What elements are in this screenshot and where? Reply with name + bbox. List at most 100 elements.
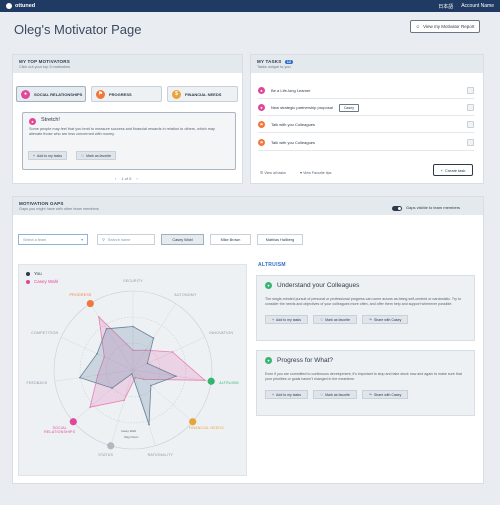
axis-label: INNOVATION — [209, 331, 234, 336]
stretch-tip: ● Stretch! Some people may feel that you… — [22, 112, 236, 170]
axis-label: COMPETITION — [31, 331, 59, 336]
view-all-tasks-link[interactable]: ☰ View all tasks — [260, 171, 286, 175]
radar-point — [105, 327, 108, 330]
account-menu[interactable]: Account Name — [461, 3, 494, 10]
radar-point — [132, 325, 134, 328]
person-casey-wahl[interactable]: Casey Wahl — [161, 234, 204, 245]
stretch-title: Stretch! — [41, 117, 60, 123]
radar-chart: Oleg Norén Casey Wahl — [53, 290, 215, 450]
radar-point — [146, 362, 149, 365]
mark-favorite-button[interactable]: ♡ Mark as favorite — [312, 390, 357, 400]
share-button[interactable]: ↷ Share with Casey — [362, 390, 409, 400]
axis-label: PROGRESS — [69, 293, 92, 298]
mark-favorite-button[interactable]: ♡ Mark as favorite — [76, 151, 117, 160]
person-mike-brown[interactable]: Mike Brown — [210, 234, 251, 245]
create-task-label: Create task — [444, 167, 466, 173]
page-title: Oleg's Motivator Page — [14, 22, 142, 37]
brand-logo[interactable]: ottuned — [6, 3, 35, 9]
stretch-description: Some people may feel that you tend to me… — [29, 127, 215, 137]
motivator-social-relationships[interactable]: ● SOCIAL RELATIONSHIPS — [16, 86, 86, 102]
task-checkbox[interactable] — [467, 121, 474, 128]
heart-hand-icon: ♥ — [265, 282, 272, 289]
axis-label: STATUS — [98, 453, 114, 458]
share-icon: ↷ — [369, 317, 372, 322]
person-icon: ☺ — [415, 24, 421, 29]
money-icon: $ — [172, 89, 181, 99]
add-to-tasks-label: Add to my tasks — [37, 153, 62, 158]
radar-center-label: Casey Wahl — [121, 429, 136, 433]
radar-point — [150, 384, 152, 387]
task-label: New strategic partnership proposal — [271, 105, 333, 110]
motivator-progress[interactable]: ⚑ PROGRESS — [91, 86, 162, 102]
view-report-button[interactable]: ☺ View my Motivator Report — [410, 20, 480, 33]
radar-point — [79, 376, 81, 379]
mark-favorite-button[interactable]: ♡ Mark as favorite — [312, 315, 357, 325]
share-icon: ↷ — [369, 392, 372, 397]
axis-label: FEEDBACK — [26, 380, 48, 385]
people-icon: ● — [258, 87, 265, 94]
gaps-visibility-toggle[interactable] — [392, 206, 402, 211]
people-icon: ● — [21, 89, 30, 99]
motivator-label: SOCIAL RELATIONSHIPS — [34, 91, 83, 97]
axis-marker-icon — [86, 299, 94, 308]
task-checkbox[interactable] — [467, 104, 474, 111]
pager-prev-button[interactable]: ‹ — [115, 176, 116, 181]
share-button[interactable]: ↷ Share with Casey — [362, 315, 409, 325]
radar-point — [175, 375, 177, 377]
heart-hand-icon: ♥ — [265, 357, 272, 364]
axis-label: SECURITY — [123, 279, 143, 283]
motivator-pager: ‹ 1 of 5 › — [115, 176, 138, 181]
radar-point — [152, 337, 155, 339]
axis-label: SOCIAL RELATIONSHIPS — [44, 426, 76, 435]
add-to-tasks-button[interactable]: + Add to my tasks — [28, 151, 67, 160]
flag-icon: ⚑ — [96, 89, 105, 99]
top-motivators-subtitle: Click out your top 3 motivators — [19, 65, 71, 69]
search-name-input[interactable]: ⚲ Search name — [97, 234, 155, 245]
radar-point — [204, 379, 206, 382]
radar-series-you — [79, 326, 178, 425]
axis-label: FINANCIAL NEEDS — [188, 426, 224, 431]
top-motivators-title: MY TOP MOTIVATORS — [19, 59, 70, 64]
plus-icon: + — [272, 392, 275, 397]
radar-center-label: Oleg Norén — [124, 435, 139, 439]
pager-next-button[interactable]: › — [136, 176, 137, 181]
pager-text: 1 of 5 — [121, 176, 132, 181]
person-mathias-hallberg[interactable]: Mathias Hallberg — [257, 234, 303, 245]
radar-point — [98, 316, 100, 318]
team-select[interactable]: Select a team ▾ — [18, 234, 88, 245]
axis-label: ALTRUISM — [219, 380, 239, 385]
my-tasks-header: MY TASKS 12 Tasks unique to you — [251, 55, 483, 73]
task-row[interactable]: ⚑ Talk with you Colleagues — [258, 117, 474, 133]
heart-icon: ♡ — [81, 153, 85, 158]
language-switch[interactable]: 日本語 — [438, 3, 453, 10]
task-checkbox[interactable] — [467, 139, 474, 146]
task-label: Be a Life-long Learner — [271, 88, 311, 93]
top-bar: ottuned 日本語 Account Name — [0, 0, 500, 12]
gap-tip-card: ♥ Progress for What? Even if you are comm… — [256, 350, 475, 416]
radar-point — [111, 387, 113, 389]
heart-icon: ♡ — [319, 317, 324, 322]
view-favorites-link[interactable]: ♥ View Favorite tips — [300, 171, 331, 175]
axis-label: RATIONALITY — [147, 453, 174, 458]
task-row[interactable]: ● New strategic partnership proposal Cas… — [258, 100, 474, 116]
axis-marker-icon — [69, 418, 77, 426]
task-row[interactable]: ⚑ Talk with you Colleagues — [258, 135, 474, 151]
add-to-tasks-button[interactable]: + Add to my tasks — [265, 390, 308, 400]
search-icon: ⚲ — [102, 238, 105, 242]
radar-point — [89, 406, 91, 409]
flag-icon: ⚑ — [258, 139, 265, 146]
task-checkbox[interactable] — [467, 87, 474, 94]
gaps-visibility-label: Gaps visible to team members — [406, 205, 461, 210]
plus-icon: + — [272, 317, 275, 322]
add-to-tasks-button[interactable]: + Add to my tasks — [265, 315, 308, 325]
create-task-button[interactable]: + Create task — [433, 164, 473, 176]
task-row[interactable]: ● Be a Life-long Learner — [258, 83, 474, 99]
plus-icon: + — [440, 167, 443, 173]
gap-tip-title: Understand your Colleagues — [277, 282, 360, 289]
plus-icon: + — [33, 153, 36, 158]
motivator-financial-needs[interactable]: $ FINANCIAL NEEDS — [167, 86, 238, 102]
radar-point — [148, 423, 150, 426]
tasks-links: ☰ View all tasks ♥ View Favorite tips — [260, 171, 331, 175]
task-assignee-tag[interactable]: Casey — [338, 103, 359, 112]
chevron-down-icon: ▾ — [81, 238, 83, 242]
